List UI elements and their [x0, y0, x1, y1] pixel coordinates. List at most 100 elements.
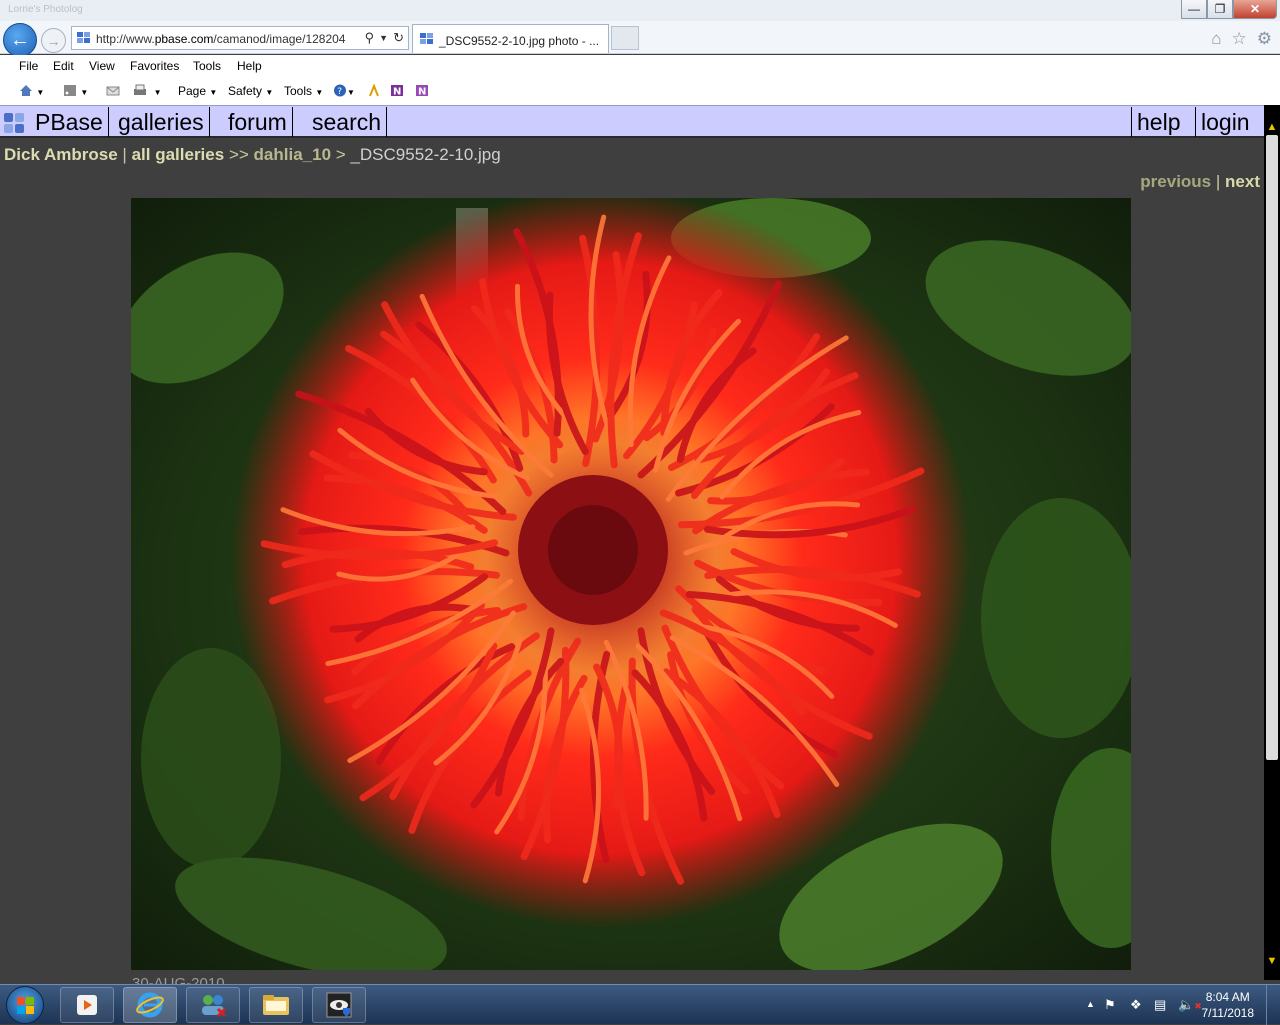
onenote-linked-icon: N [416, 85, 428, 98]
dropbox-icon[interactable]: ❖ [1130, 997, 1142, 1013]
pbase-home-link[interactable]: PBase [30, 107, 109, 137]
mail-button[interactable] [106, 84, 120, 98]
scroll-up-icon[interactable]: ▲ [1264, 119, 1280, 135]
minimize-button[interactable]: — [1181, 0, 1207, 19]
breadcrumb-separator: >> [228, 145, 249, 164]
media-player-icon [77, 995, 97, 1015]
breadcrumb-separator: > [335, 145, 346, 164]
svg-text:?: ? [337, 87, 342, 97]
home-command-button[interactable]: ▼ [19, 84, 44, 98]
pbase-top-nav: PBase galleries forum search help login [0, 105, 1264, 138]
pager-separator: | [1215, 172, 1221, 191]
dropdown-icon[interactable]: ▼ [379, 30, 388, 46]
menu-favorites[interactable]: Favorites [130, 59, 179, 73]
taskbar-people-app[interactable] [186, 987, 240, 1023]
browser-navbar: ← → http://www.pbase.com/camanod/image/1… [0, 21, 1280, 57]
forward-arrow-icon: → [46, 32, 61, 49]
start-button[interactable] [6, 986, 44, 1024]
breadcrumb-separator: | [122, 145, 127, 164]
close-button[interactable]: ✕ [1233, 0, 1277, 19]
menu-file[interactable]: File [19, 59, 38, 73]
address-bar[interactable]: http://www.pbase.com/camanod/image/12820… [71, 26, 409, 50]
people-icon [202, 995, 227, 1018]
previous-link[interactable]: previous [1140, 172, 1211, 191]
action-center-flag-icon[interactable]: ⚑ [1104, 997, 1116, 1013]
scroll-thumb[interactable] [1266, 135, 1278, 760]
onenote-button[interactable]: N [390, 84, 404, 98]
menu-help[interactable]: Help [237, 59, 262, 73]
command-bar: ▼ ▼ ▼ Page ▼ Safety ▼ Tools ▼ ? ▼ N N [0, 79, 1280, 105]
onenote-icon: N [391, 85, 403, 98]
vertical-scrollbar[interactable]: ▲ ▼ [1264, 105, 1280, 980]
forward-button[interactable]: → [41, 28, 66, 53]
breadcrumb-gallery-link[interactable]: dahlia_10 [254, 145, 332, 164]
next-link[interactable]: next [1225, 172, 1260, 191]
taskbar-file-explorer[interactable] [249, 987, 303, 1023]
show-desktop-button[interactable] [1266, 985, 1280, 1025]
settings-gear-icon[interactable]: ⚙ [1257, 29, 1272, 49]
back-button[interactable]: ← [3, 23, 37, 57]
search-icon[interactable]: ⚲ [365, 30, 375, 46]
browser-tab-active[interactable]: _DSC9552-2-10.jpg photo - ... [412, 24, 609, 53]
image-pager: previous | next [1140, 172, 1260, 192]
tab-title: _DSC9552-2-10.jpg photo - ... [439, 34, 600, 48]
refresh-icon[interactable]: ↻ [393, 30, 404, 46]
system-clock[interactable]: 8:04 AM 7/11/2018 [1202, 989, 1255, 1021]
breadcrumb: Dick Ambrose | all galleries >> dahlia_1… [4, 145, 501, 165]
address-actions: ⚲ ▼ ↻ [365, 30, 404, 46]
tools-menu-button[interactable]: Tools ▼ [284, 84, 323, 98]
windows-logo-icon [17, 997, 25, 1005]
research-button[interactable] [367, 84, 381, 98]
system-tray: ▲ ⚑ ❖ ▤ 🔈✖ 8:04 AM 7/11/2018 [1060, 985, 1280, 1025]
nav-forum-link[interactable]: forum [223, 107, 293, 137]
favorites-star-icon[interactable]: ☆ [1232, 29, 1247, 49]
breadcrumb-owner-link[interactable]: Dick Ambrose [4, 145, 118, 164]
help-command-button[interactable]: ? ▼ [333, 84, 355, 98]
volume-muted-icon[interactable]: 🔈✖ [1178, 997, 1202, 1013]
dahlia-photo-image [131, 198, 1131, 970]
browser-right-icons: ⌂ ☆ ⚙ [1211, 29, 1272, 49]
pbase-favicon-icon [77, 32, 90, 43]
svg-text:N: N [393, 87, 401, 98]
menu-tools[interactable]: Tools [193, 59, 221, 73]
nav-help-link[interactable]: help [1131, 107, 1185, 137]
clock-time: 8:04 AM [1205, 990, 1250, 1004]
home-icon [20, 85, 32, 96]
onenote-linked-button[interactable]: N [415, 84, 429, 98]
back-arrow-icon: ← [10, 28, 30, 51]
main-photo[interactable] [131, 198, 1131, 970]
pbase-logo-icon [4, 113, 24, 133]
print-button[interactable]: ▼ [133, 84, 162, 98]
nav-search-link[interactable]: search [307, 107, 388, 137]
show-hidden-icons[interactable]: ▲ [1086, 999, 1095, 1009]
mail-icon [106, 86, 120, 96]
feeds-button[interactable]: ▼ [63, 84, 88, 98]
nav-login-link[interactable]: login [1195, 107, 1255, 137]
maximize-button[interactable]: ❐ [1207, 0, 1233, 19]
research-icon [369, 84, 379, 97]
nav-galleries-link[interactable]: galleries [113, 107, 210, 137]
safety-menu-button[interactable]: Safety ▼ [228, 84, 273, 98]
scroll-down-icon[interactable]: ▼ [1264, 953, 1280, 969]
help-circle-icon: ? [334, 84, 346, 97]
clock-date: 7/11/2018 [1201, 1006, 1255, 1020]
rss-icon [64, 85, 76, 96]
taskbar-security-app[interactable] [312, 987, 366, 1023]
address-url[interactable]: http://www.pbase.com/camanod/image/12820… [96, 32, 345, 46]
internet-explorer-icon [136, 992, 164, 1018]
taskbar-media-player[interactable] [60, 987, 114, 1023]
menu-view[interactable]: View [89, 59, 115, 73]
window-titlebar: Lorrie's Photolog — ❐ ✕ [0, 0, 1280, 21]
new-tab-button[interactable] [611, 26, 639, 50]
menu-edit[interactable]: Edit [53, 59, 74, 73]
home-icon[interactable]: ⌂ [1211, 29, 1221, 49]
folder-icon [263, 995, 289, 1015]
network-icon[interactable]: ▤ [1154, 997, 1166, 1013]
svg-text:N: N [418, 87, 426, 98]
taskbar-internet-explorer[interactable] [123, 987, 177, 1023]
tab-favicon-icon [420, 33, 433, 44]
breadcrumb-all-galleries-link[interactable]: all galleries [132, 145, 225, 164]
window-title: Lorrie's Photolog [8, 4, 83, 15]
window-controls: — ❐ ✕ [1181, 0, 1277, 19]
page-menu-button[interactable]: Page ▼ [178, 84, 217, 98]
